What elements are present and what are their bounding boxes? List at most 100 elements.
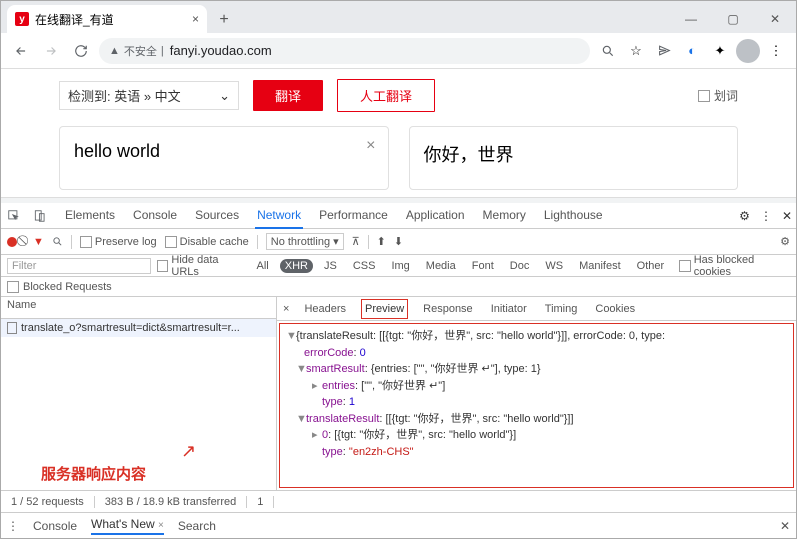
minimize-button[interactable]: — [670,5,712,33]
inspect-icon[interactable] [5,207,23,225]
chevron-down-icon: ⌄ [219,88,230,104]
annotation-arrow-left: ↗ [181,441,196,462]
clear-input-icon[interactable]: × [366,137,375,155]
reload-button[interactable] [69,39,93,63]
source-input[interactable]: hello world × [59,126,389,190]
document-icon [7,322,17,334]
filter-img[interactable]: Img [386,259,414,273]
source-text: hello world [74,141,160,161]
drawer-tab-search[interactable]: Search [178,519,216,533]
resp-tab-cookies[interactable]: Cookies [592,300,638,318]
status-more: 1 [247,496,274,508]
resp-tab-response[interactable]: Response [420,300,476,318]
devtools-menu-icon[interactable]: ⋮ [760,209,772,223]
drawer-close-icon[interactable]: ✕ [780,519,790,533]
wifi-icon[interactable]: ⊼ [352,235,360,248]
devtools-drawer: ⋮ Console What's New × Search ✕ [1,512,796,538]
forward-button[interactable] [39,39,63,63]
response-panel: × Headers Preview Response Initiator Tim… [277,297,796,490]
omnibox[interactable]: ▲ 不安全 | fanyi.youdao.com [99,38,590,64]
close-panel-icon[interactable]: × [283,303,289,315]
maximize-button[interactable]: ▢ [712,5,754,33]
json-preview[interactable]: ▼{translateResult: [[{tgt: "你好，世界", src:… [279,323,794,488]
request-url: translate_o?smartresult=dict&smartresult… [21,322,240,334]
resp-tab-preview[interactable]: Preview [361,299,408,319]
filter-font[interactable]: Font [467,259,499,273]
filter-icon[interactable]: ▼ [33,236,44,248]
page-content: 检测到: 英语 » 中文 ⌄ 翻译 人工翻译 划词 hello world × … [1,69,796,197]
request-row[interactable]: translate_o?smartresult=dict&smartresult… [1,319,276,337]
tab-application[interactable]: Application [404,203,467,229]
filter-ws[interactable]: WS [540,259,568,273]
annotation-server-response: 服务器响应内容 [41,463,146,484]
close-tab-icon[interactable]: × [192,12,199,26]
tab-memory[interactable]: Memory [481,203,528,229]
filter-css[interactable]: CSS [348,259,381,273]
disable-cache-toggle[interactable]: Disable cache [165,236,249,248]
extensions-icon[interactable]: ✦ [708,39,732,63]
blocked-requests-row[interactable]: Blocked Requests [1,277,796,297]
human-translate-button[interactable]: 人工翻译 [337,79,435,112]
throttling-select[interactable]: No throttling▾ [266,233,344,250]
device-icon[interactable] [31,207,49,225]
download-har-icon[interactable]: ⬇ [394,235,403,248]
send-icon[interactable] [652,39,676,63]
address-bar: ▲ 不安全 | fanyi.youdao.com ☆ ◐ ✦ ⋮ [1,33,796,69]
filter-other[interactable]: Other [632,259,670,273]
tab-elements[interactable]: Elements [63,203,117,229]
target-output: 你好，世界 [409,126,739,190]
drawer-tab-whatsnew[interactable]: What's New × [91,517,164,535]
tab-console[interactable]: Console [131,203,179,229]
target-text: 你好，世界 [424,145,514,165]
preserve-log-toggle[interactable]: Preserve log [80,236,157,248]
filter-js[interactable]: JS [319,259,342,273]
upload-har-icon[interactable]: ⬆ [377,235,386,248]
filter-media[interactable]: Media [421,259,461,273]
favicon-icon: y [15,12,29,26]
request-list: Name translate_o?smartresult=dict&smartr… [1,297,277,490]
network-main: 预览响应内容 ↙ Name translate_o?smartresult=di… [1,297,796,490]
tab-performance[interactable]: Performance [317,203,390,229]
record-button[interactable] [7,237,17,247]
name-column-header[interactable]: Name [1,297,276,319]
devtools-close-icon[interactable]: ✕ [782,209,792,223]
filter-doc[interactable]: Doc [505,259,535,273]
url-text: fanyi.youdao.com [170,43,272,58]
checkbox-icon [698,90,710,102]
drawer-tab-console[interactable]: Console [33,519,77,533]
language-select[interactable]: 检测到: 英语 » 中文 ⌄ [59,81,239,110]
hide-data-urls-toggle[interactable]: Hide data URLs [157,254,246,278]
translate-button[interactable]: 翻译 [253,80,323,111]
search-icon[interactable] [596,39,620,63]
browser-tab[interactable]: y 在线翻译_有道 × [7,5,207,33]
status-transfer: 383 B / 18.9 kB transferred [95,496,247,508]
blocked-cookies-toggle[interactable]: Has blocked cookies [679,254,790,278]
search-icon[interactable] [52,236,63,247]
resp-tab-headers[interactable]: Headers [301,300,349,318]
filter-input[interactable]: Filter [7,258,151,274]
resp-tab-timing[interactable]: Timing [542,300,581,318]
network-settings-icon[interactable]: ⚙ [780,235,790,248]
close-window-button[interactable]: ✕ [754,5,796,33]
tab-lighthouse[interactable]: Lighthouse [542,203,605,229]
window-controls: — ▢ ✕ [670,5,796,33]
tab-sources[interactable]: Sources [193,203,241,229]
network-toolbar: ⃠ ▼ Preserve log Disable cache No thrott… [1,229,796,255]
menu-icon[interactable]: ⋮ [764,39,788,63]
status-requests: 1 / 52 requests [1,496,95,508]
toolbar-extensions: ☆ ◐ ✦ ⋮ [596,39,788,63]
tab-network[interactable]: Network [255,203,303,229]
back-button[interactable] [9,39,33,63]
drawer-menu-icon[interactable]: ⋮ [7,519,19,533]
filter-manifest[interactable]: Manifest [574,259,626,273]
resp-tab-initiator[interactable]: Initiator [488,300,530,318]
filter-xhr[interactable]: XHR [280,259,313,273]
star-icon[interactable]: ☆ [624,39,648,63]
profile-avatar[interactable] [736,39,760,63]
settings-icon[interactable]: ⚙ [739,209,750,223]
word-select-toggle[interactable]: 划词 [698,87,738,104]
insecure-icon: ▲ 不安全 | [109,43,164,59]
new-tab-button[interactable]: + [211,7,237,33]
filter-all[interactable]: All [252,259,274,273]
ext-icon[interactable]: ◐ [680,39,704,63]
